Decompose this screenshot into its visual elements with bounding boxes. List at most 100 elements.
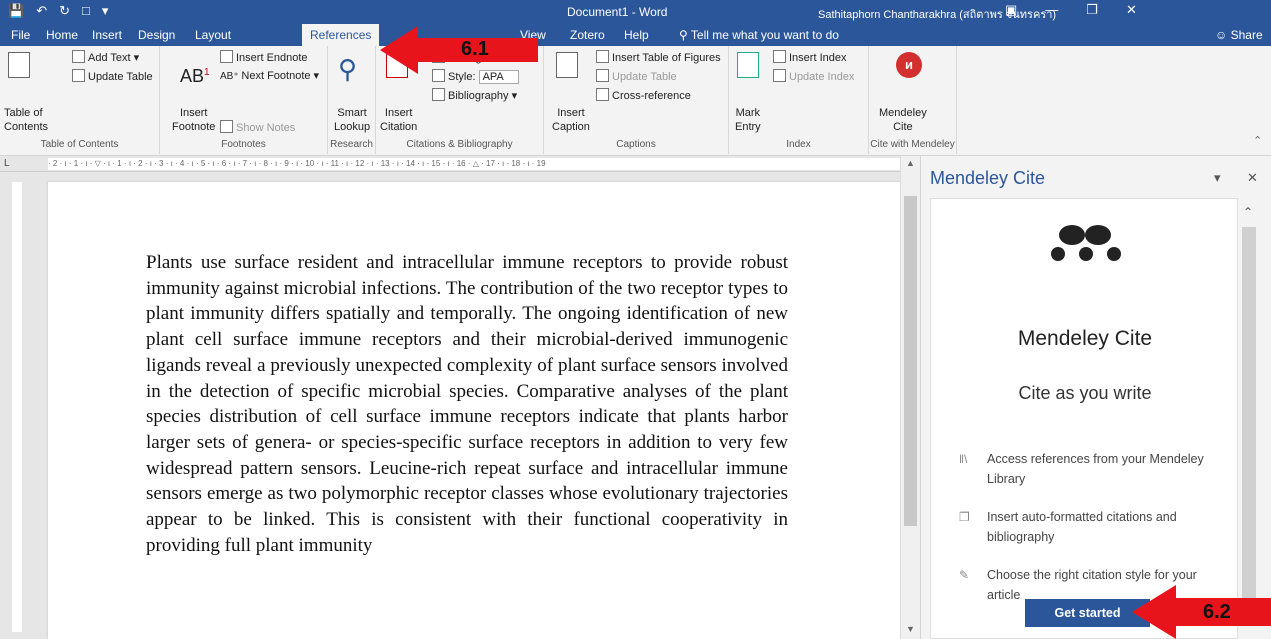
tab-zotero[interactable]: Zotero bbox=[570, 28, 605, 42]
pane-scroll-thumb[interactable] bbox=[1242, 227, 1256, 607]
citation-icon: ❐ bbox=[959, 510, 970, 524]
minimize-icon[interactable]: — bbox=[1045, 2, 1058, 18]
add-text-button[interactable]: Add Text ▾ bbox=[72, 50, 139, 64]
update-table-icon bbox=[72, 69, 85, 82]
cross-reference-button[interactable]: Cross-reference bbox=[596, 88, 691, 102]
mendeley-logo-icon bbox=[1051, 221, 1121, 265]
ribbon-tabs: File Home Insert Design Layout Reference… bbox=[0, 24, 1271, 46]
table-of-figures-icon bbox=[596, 50, 609, 63]
group-table-of-contents: Table of Contents Add Text ▾ Update Tabl… bbox=[0, 46, 160, 154]
restore-icon[interactable]: ❐ bbox=[1086, 2, 1098, 18]
tab-file[interactable]: File bbox=[11, 28, 30, 42]
tab-selector-icon[interactable]: L bbox=[4, 158, 10, 169]
mendeley-cite-button[interactable]: Mendeley Cite bbox=[879, 106, 927, 134]
customize-qat-icon[interactable]: ▾ bbox=[102, 3, 109, 19]
update-index-button[interactable]: Update Index bbox=[773, 69, 854, 83]
insert-citation-button[interactable]: Insert Citation bbox=[380, 106, 417, 134]
mendeley-logo-icon[interactable]: ᴎ bbox=[896, 52, 922, 78]
show-notes-button[interactable]: Show Notes bbox=[220, 120, 295, 134]
document-area: Plants use surface resident and intracel… bbox=[30, 172, 900, 639]
next-footnote-icon: AB⁺ bbox=[220, 71, 242, 82]
insert-index-icon bbox=[773, 50, 786, 63]
pane-close-icon[interactable]: ✕ bbox=[1247, 170, 1258, 186]
style-icon: ✎ bbox=[959, 568, 970, 582]
bibliography-button[interactable]: Bibliography ▾ bbox=[432, 88, 517, 102]
tab-references[interactable]: References bbox=[302, 24, 380, 46]
tell-me-search[interactable]: ⚲ Tell me what you want to do bbox=[679, 28, 839, 42]
insert-index-button[interactable]: Insert Index bbox=[773, 50, 846, 64]
save-icon[interactable]: 💾 bbox=[8, 3, 24, 19]
annotation-label-6-1: 6.1 bbox=[461, 38, 489, 60]
tab-layout[interactable]: Layout bbox=[195, 28, 231, 42]
smart-lookup-icon: ⚲ bbox=[338, 54, 358, 84]
table-of-contents-icon bbox=[8, 52, 30, 78]
document-title: Document1 - Word bbox=[567, 5, 668, 19]
vertical-ruler-scale[interactable] bbox=[12, 182, 22, 632]
horizontal-ruler: L · 2 · ı · 1 · ı · ▽ · ı · 1 · ı · 2 · … bbox=[0, 156, 920, 172]
tab-insert[interactable]: Insert bbox=[92, 28, 122, 42]
scroll-down-icon[interactable]: ▼ bbox=[906, 624, 915, 634]
update-index-icon bbox=[773, 69, 786, 82]
library-icon: ‖\ bbox=[959, 452, 968, 466]
document-page[interactable]: Plants use surface resident and intracel… bbox=[48, 182, 900, 639]
redo-icon[interactable]: ↻ bbox=[59, 3, 70, 19]
tab-help[interactable]: Help bbox=[624, 28, 649, 42]
cross-reference-icon bbox=[596, 88, 609, 101]
bibliography-icon bbox=[432, 88, 445, 101]
share-button[interactable]: ☺ Share bbox=[1215, 28, 1263, 42]
next-footnote-button[interactable]: AB⁺ Next Footnote ▾ bbox=[220, 69, 319, 82]
tab-design[interactable]: Design bbox=[138, 28, 175, 42]
pane-subheading: Cite as you write bbox=[1018, 383, 1152, 403]
annotation-arrow-6-2 bbox=[1132, 585, 1271, 639]
smart-lookup-button[interactable]: Smart Lookup bbox=[334, 106, 370, 134]
insert-table-of-figures-button[interactable]: Insert Table of Figures bbox=[596, 50, 721, 64]
add-text-icon bbox=[72, 50, 85, 63]
insert-caption-icon bbox=[556, 52, 578, 78]
vertical-ruler bbox=[0, 172, 30, 639]
table-of-contents-button[interactable]: Table of Contents bbox=[4, 106, 48, 134]
insert-endnote-button[interactable]: Insert Endnote bbox=[220, 50, 308, 64]
close-icon[interactable]: ✕ bbox=[1126, 2, 1137, 18]
update-table-button[interactable]: Update Table bbox=[72, 69, 153, 83]
group-label: Cite with Mendeley bbox=[870, 139, 955, 150]
insert-caption-button[interactable]: Insert Caption bbox=[552, 106, 590, 134]
group-footnotes: AB1 Insert Footnote Insert Endnote AB⁺ N… bbox=[160, 46, 328, 154]
insert-footnote-button[interactable]: Insert Footnote bbox=[172, 106, 215, 134]
mark-entry-button[interactable]: Mark Entry bbox=[735, 106, 761, 134]
group-index: Mark Entry Insert Index Update Index Ind… bbox=[729, 46, 869, 154]
mark-entry-icon bbox=[737, 52, 759, 78]
document-scrollbar[interactable]: ▲ ▼ bbox=[900, 156, 920, 639]
group-label: Footnotes bbox=[221, 139, 266, 150]
pane-scrollbar[interactable]: ⌃ bbox=[1239, 199, 1259, 639]
feature-item: ‖\ Access references from your Mendeley … bbox=[959, 449, 1219, 489]
group-label: Index bbox=[786, 139, 811, 150]
ruler-scale[interactable]: · 2 · ı · 1 · ı · ▽ · ı · 1 · ı · 2 · ı … bbox=[48, 158, 913, 170]
footnote-icon: AB1 bbox=[180, 66, 210, 86]
annotation-arrow-6-1 bbox=[380, 26, 538, 74]
ribbon-display-icon[interactable]: ▣ bbox=[1005, 2, 1017, 18]
person-icon: ☺ bbox=[1215, 28, 1231, 42]
window-controls: ▣ — ❐ ✕ bbox=[1005, 2, 1137, 18]
undo-icon[interactable]: ↶ bbox=[36, 3, 47, 19]
mendeley-task-pane: Mendeley Cite ▾ ✕ ⌃ Mendeley Cite Cite a… bbox=[920, 156, 1271, 639]
document-paragraph[interactable]: Plants use surface resident and intracel… bbox=[146, 250, 788, 558]
new-document-icon[interactable]: □ bbox=[82, 3, 90, 19]
ribbon: Table of Contents Add Text ▾ Update Tabl… bbox=[0, 46, 1271, 156]
scroll-up-icon[interactable]: ▲ bbox=[906, 158, 915, 168]
group-captions: Insert Caption Insert Table of Figures U… bbox=[544, 46, 729, 154]
collapse-ribbon-icon[interactable]: ⌃ bbox=[1253, 134, 1262, 147]
scrollbar-thumb[interactable] bbox=[904, 196, 917, 526]
welcome-card: ⌃ Mendeley Cite Cite as you write ‖\ Acc… bbox=[930, 198, 1256, 639]
feature-item: ❐ Insert auto-formatted citations and bi… bbox=[959, 507, 1219, 547]
show-notes-icon bbox=[220, 120, 233, 133]
group-label: Citations & Bibliography bbox=[406, 139, 513, 150]
pane-scroll-up-icon[interactable]: ⌃ bbox=[1243, 205, 1253, 219]
group-label: Table of Contents bbox=[40, 139, 119, 150]
pane-options-icon[interactable]: ▾ bbox=[1214, 170, 1221, 186]
title-bar: 💾 ↶ ↻ □ ▾ Document1 - Word Sathitaphorn … bbox=[0, 0, 1271, 24]
update-table-captions-button[interactable]: Update Table bbox=[596, 69, 677, 83]
lightbulb-icon: ⚲ bbox=[679, 28, 691, 42]
tab-home[interactable]: Home bbox=[46, 28, 78, 42]
endnote-icon bbox=[220, 50, 233, 63]
group-label: Research bbox=[330, 139, 373, 150]
